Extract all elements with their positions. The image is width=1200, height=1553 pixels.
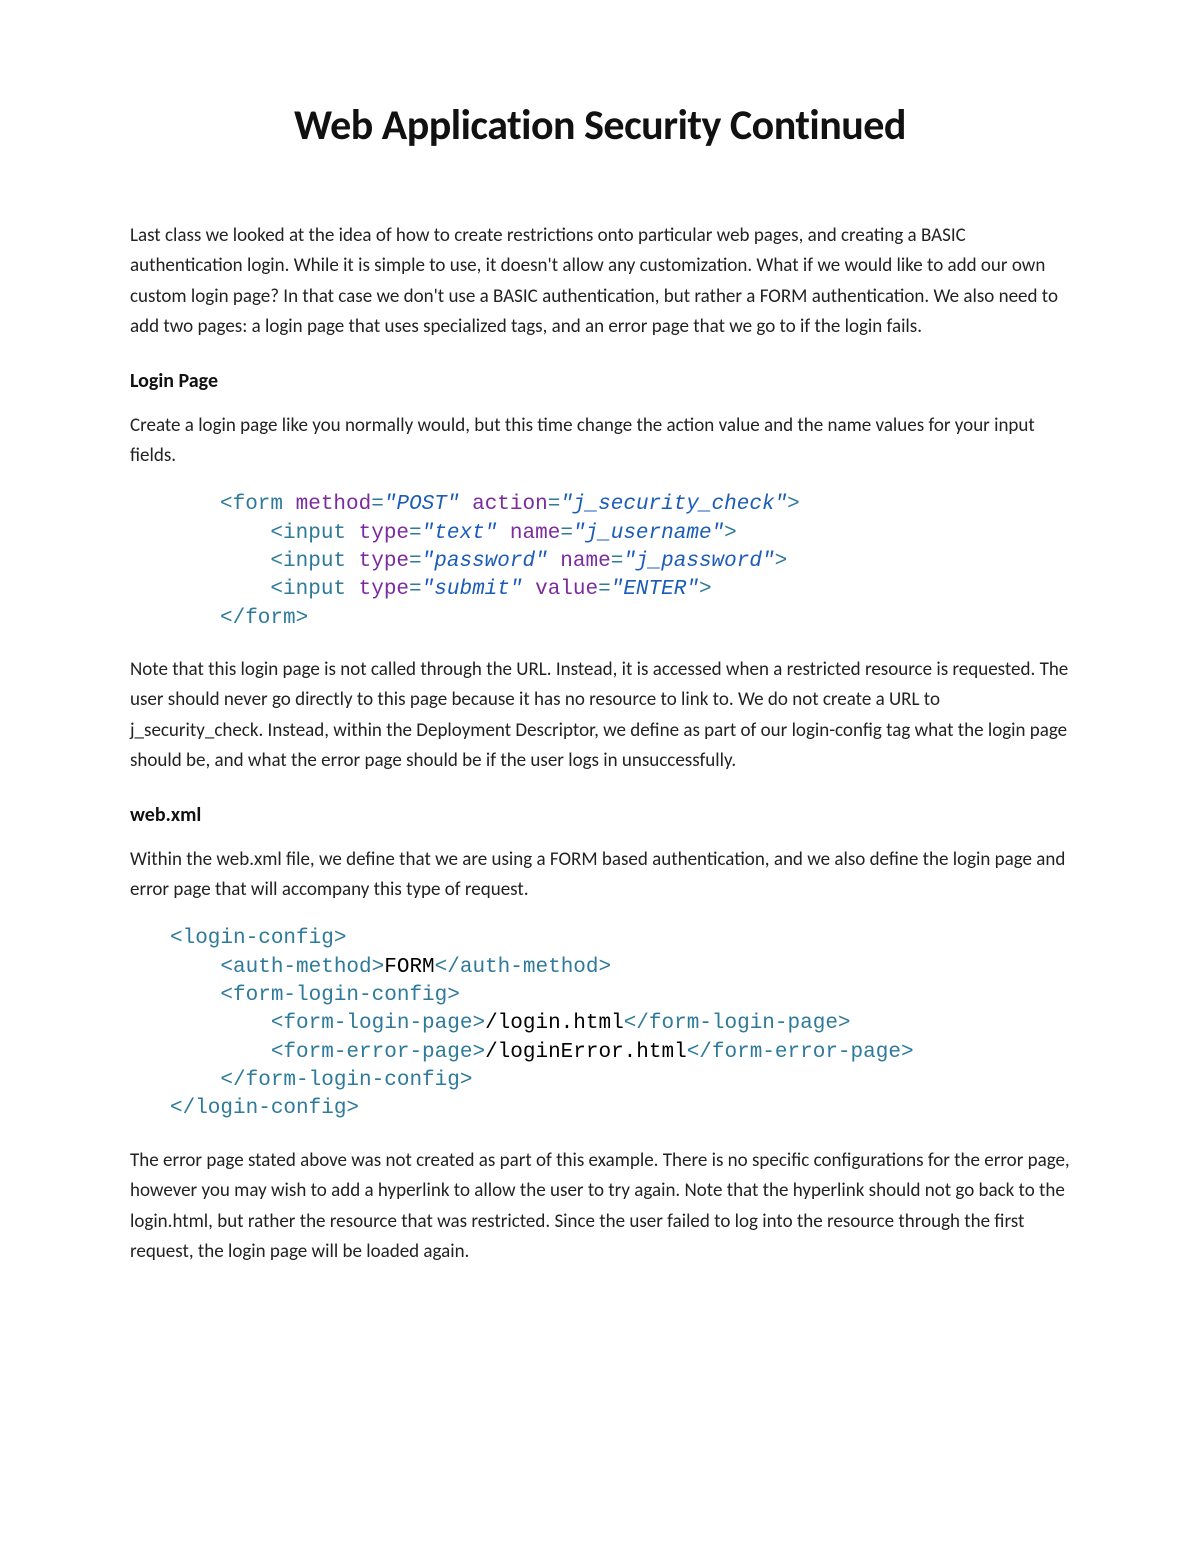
login-page-para-2: Note that this login page is not called …: [130, 655, 1070, 777]
webxml-para-1: Within the web.xml file, we define that …: [130, 845, 1070, 906]
intro-paragraph: Last class we looked at the idea of how …: [130, 221, 1070, 343]
page-title: Web Application Security Continued: [130, 100, 1070, 151]
document-page: Web Application Security Continued Last …: [0, 0, 1200, 1553]
webxml-para-2: The error page stated above was not crea…: [130, 1146, 1070, 1268]
section-webxml-heading: web.xml: [130, 803, 1070, 827]
section-login-page-heading: Login Page: [130, 369, 1070, 393]
login-page-para-1: Create a login page like you normally wo…: [130, 411, 1070, 472]
code-block-login-form: <form method="POST" action="j_security_c…: [220, 491, 1070, 633]
code-block-webxml: <login-config> <auth-method>FORM</auth-m…: [170, 925, 1070, 1123]
